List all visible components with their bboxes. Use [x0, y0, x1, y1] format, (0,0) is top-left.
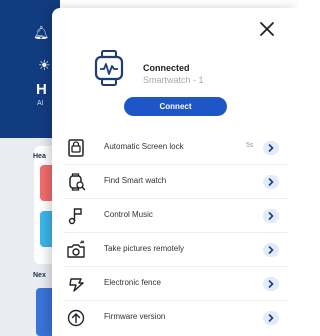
device-drawer: Connected Smartwatch - 1 Connect Automat…: [52, 8, 298, 336]
screen-lock-icon: [66, 138, 86, 158]
menu-item-label: Find Smart watch: [104, 176, 167, 185]
menu-item-take-pictures-remotely[interactable]: Take pictures remotely: [52, 233, 298, 267]
camera-icon: [66, 240, 86, 260]
menu-item-value: 5s: [246, 142, 254, 149]
chevron-right-icon: [263, 243, 279, 257]
find-watch-icon: [66, 172, 86, 192]
chevron-right-icon: [263, 141, 279, 155]
menu-item-label: Electronic fence: [104, 278, 161, 287]
chevron-right-icon: [263, 209, 279, 223]
sun-icon: ☀︎: [38, 57, 51, 73]
menu-item-firmware-version[interactable]: Firmware version: [52, 301, 298, 335]
chevron-right-icon: [263, 175, 279, 189]
device-name: Smartwatch - 1: [143, 75, 204, 85]
background-hero-title: H: [36, 81, 47, 98]
fence-icon: [66, 274, 86, 294]
close-icon: [260, 22, 274, 36]
menu-item-label: Take pictures remotely: [104, 244, 185, 253]
chevron-right-icon: [263, 311, 279, 325]
background-hero-subtext: Al: [37, 100, 44, 107]
close-button[interactable]: [256, 18, 278, 40]
bell-icon[interactable]: 🔔︎: [33, 26, 50, 39]
firmware-icon: [66, 308, 86, 328]
connect-button[interactable]: Connect: [124, 97, 227, 116]
menu-item-control-music[interactable]: Control Music: [52, 199, 298, 233]
menu-item-automatic-screen-lock[interactable]: Automatic Screen lock 5s: [52, 131, 298, 165]
music-icon: [66, 206, 86, 226]
menu-item-label: Automatic Screen lock: [104, 142, 184, 151]
chevron-right-icon: [263, 277, 279, 291]
menu-item-electronic-fence[interactable]: Electronic fence: [52, 267, 298, 301]
menu-item-find-smart-watch[interactable]: Find Smart watch: [52, 165, 298, 199]
screen: 🔔︎ ☀︎ H Al Hea Nex Connected Smartwatch …: [0, 0, 298, 336]
background-section-label: Hea: [33, 153, 46, 160]
menu-item-label: Control Music: [104, 210, 153, 219]
smartwatch-icon: [92, 50, 126, 86]
menu-item-label: Firmware version: [104, 312, 166, 321]
background-section-label: Nex: [33, 272, 46, 279]
background-hero: [0, 0, 60, 138]
connection-status: Connected: [143, 63, 190, 73]
